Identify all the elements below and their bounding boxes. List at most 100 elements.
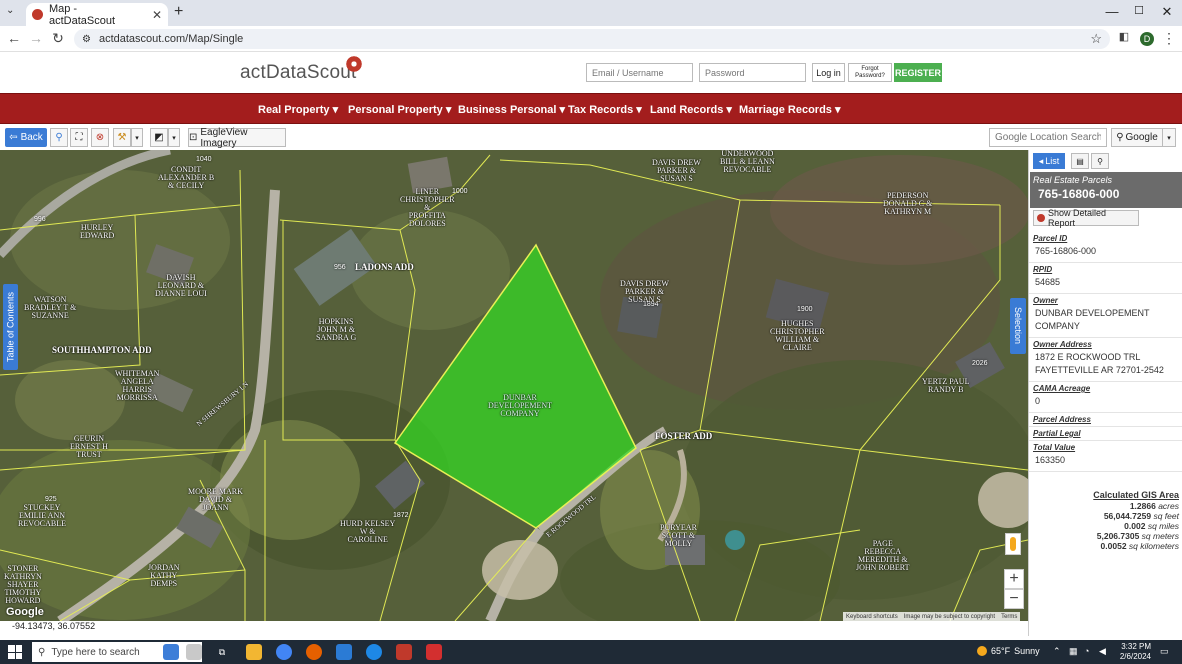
selection-label: Selection: [1013, 307, 1023, 345]
google-logo[interactable]: Google: [6, 606, 44, 618]
calculator-icon[interactable]: [186, 644, 202, 660]
field-label: RPID: [1033, 265, 1053, 274]
list-button[interactable]: ◂ List: [1033, 153, 1065, 169]
taskbar-search-placeholder: Type here to search: [51, 646, 140, 658]
caret-left-icon: ◂: [1038, 155, 1044, 166]
gis-value: 1.2866: [1129, 501, 1156, 511]
task-view-icon[interactable]: ⧉: [214, 644, 230, 660]
house-number: 1040: [196, 156, 212, 163]
gis-area-title[interactable]: Calculated GIS Area: [1029, 490, 1179, 500]
side-panel-icon[interactable]: ◧: [1116, 30, 1132, 43]
file-explorer-icon[interactable]: [246, 644, 262, 660]
eagleview-label: EagleView Imagery: [200, 126, 248, 149]
locate-pin-icon[interactable]: ⚲: [50, 128, 68, 147]
windows-start-icon[interactable]: [8, 645, 22, 659]
wifi-icon[interactable]: ◔: [1084, 646, 1089, 656]
parcel-map[interactable]: LADONS ADD SOUTHHAMPTON ADD FOSTER ADD N…: [0, 150, 1028, 621]
gis-unit: sq kilometers: [1128, 541, 1179, 551]
email-input[interactable]: [586, 63, 693, 82]
nav-land-records[interactable]: Land Records ▾: [650, 103, 732, 116]
gis-area: Calculated GIS Area 1.2866 acres 56,044.…: [1029, 490, 1179, 551]
field-value: DUNBAR DEVELOPEMENT COMPANY: [1029, 305, 1182, 338]
gis-unit: acres: [1158, 501, 1179, 511]
owner-label: PURYEAR SCOTT & MOLLY: [660, 523, 697, 548]
login-button[interactable]: Log in: [812, 63, 845, 82]
site-logo[interactable]: actDataScout: [240, 62, 356, 84]
measure-tool-icon[interactable]: ⚒: [113, 128, 131, 147]
owner-label: GEURIN ERNEST H TRUST: [70, 434, 108, 459]
close-window-button[interactable]: ✕: [1159, 4, 1175, 20]
gis-unit: sq feet: [1153, 511, 1179, 521]
selection-tab[interactable]: Selection: [1010, 298, 1026, 354]
minimize-button[interactable]: —: [1104, 4, 1120, 19]
edge-icon[interactable]: [366, 644, 382, 660]
owner-label: STONER KATHRYN SHAYER TIMOTHY HOWARD: [4, 564, 42, 605]
full-extent-icon[interactable]: ⛶: [70, 128, 88, 147]
toc-label: Table of Contents: [5, 291, 16, 363]
print-icon[interactable]: ▤: [1071, 153, 1089, 169]
google-location-search-input[interactable]: [989, 128, 1107, 147]
tab-close-icon[interactable]: ✕: [152, 8, 162, 22]
owner-label: WATSON BRADLEY T & SUZANNE: [24, 295, 77, 320]
nav-business-personal[interactable]: Business Personal ▾: [458, 103, 565, 116]
widget-icon[interactable]: [163, 644, 179, 660]
nav-tax-records[interactable]: Tax Records ▾: [568, 103, 642, 116]
reload-icon[interactable]: ↻: [50, 30, 66, 47]
actdatascout-app-icon[interactable]: [396, 644, 412, 660]
report-icon: [1037, 214, 1045, 222]
password-input[interactable]: [699, 63, 806, 82]
measure-dropdown-icon[interactable]: ▾: [131, 128, 143, 147]
register-button[interactable]: REGISTER: [894, 63, 942, 82]
zoom-in-button[interactable]: +: [1004, 569, 1024, 589]
acrobat-icon[interactable]: [426, 644, 442, 660]
owner-label: LINER CHRISTOPHER & PROFFITA DOLORES: [400, 187, 455, 228]
zoom-to-icon[interactable]: ⚲: [1091, 153, 1109, 169]
nav-marriage-records[interactable]: Marriage Records ▾: [739, 103, 841, 116]
new-tab-button[interactable]: +: [174, 3, 183, 21]
bookmark-star-icon[interactable]: ☆: [1090, 31, 1102, 47]
tab-list-icon[interactable]: ⌄: [6, 5, 20, 16]
address-bar[interactable]: ⚙ actdatascout.com/Map/Single ☆: [74, 29, 1110, 49]
owner-label: JORDAN KATHY DEMPS: [148, 563, 180, 588]
menu-dots-icon[interactable]: ⋮: [1161, 30, 1177, 47]
basemap-dropdown-icon[interactable]: ▾: [168, 128, 180, 147]
owner-label: HURD KELSEY W & CAROLINE: [340, 519, 396, 544]
map-back-button[interactable]: ⇦ Back: [5, 128, 47, 147]
tray-chevron-icon[interactable]: ⌃: [1053, 646, 1061, 657]
street-view-pegman-icon[interactable]: [1005, 533, 1021, 555]
keyboard-shortcuts-link[interactable]: Keyboard shortcuts: [846, 614, 898, 620]
nav-personal-property[interactable]: Personal Property ▾: [348, 103, 451, 116]
clear-selection-icon[interactable]: ⊗: [91, 128, 109, 147]
network-icon[interactable]: ▦: [1069, 646, 1078, 657]
back-arrow-icon[interactable]: ←: [6, 30, 22, 46]
owner-label: DAVISH LEONARD & DIANNE LOUI: [155, 273, 207, 298]
taskbar-clock[interactable]: 3:32 PM 2/6/2024: [1115, 642, 1151, 662]
nav-label: Land Records: [650, 104, 724, 116]
maximize-button[interactable]: ☐: [1131, 4, 1147, 17]
profile-avatar[interactable]: D: [1140, 32, 1154, 46]
search-provider-dropdown-icon[interactable]: ▾: [1162, 128, 1176, 147]
owner-label: WHITEMAN ANGELA HARRIS MORRISSA: [115, 369, 160, 402]
firefox-icon[interactable]: [306, 644, 322, 660]
basemap-icon[interactable]: ◩: [150, 128, 168, 147]
chrome-icon[interactable]: [276, 644, 292, 660]
nav-real-property[interactable]: Real Property ▾: [258, 103, 338, 116]
eagleview-button[interactable]: ⊡ EagleView Imagery: [188, 126, 286, 149]
show-detailed-report-button[interactable]: Show Detailed Report: [1033, 208, 1139, 228]
forgot-password-button[interactable]: Forgot Password?: [848, 63, 892, 82]
weather-widget[interactable]: 65°F Sunny: [977, 646, 1040, 656]
forward-arrow-icon[interactable]: →: [28, 30, 44, 46]
browser-tab[interactable]: Map - actDataScout ✕: [26, 3, 168, 27]
map-toolbar: ⇦Back ⚲ ⛶ ⊗ ⚒ ▾ ◩ ▾ ⊡EagleView Imagery ⚲…: [0, 124, 1182, 150]
notifications-icon[interactable]: ▭: [1160, 646, 1169, 657]
app-icon[interactable]: [336, 644, 352, 660]
owner-label: CONDIT ALEXANDER B & CECILY: [158, 165, 215, 190]
site-info-icon[interactable]: ⚙: [82, 34, 91, 45]
table-of-contents-tab[interactable]: Table of Contents: [3, 284, 18, 370]
terms-link[interactable]: Terms: [1001, 614, 1017, 620]
nav-label: Business Personal: [458, 104, 557, 116]
google-search-button[interactable]: ⚲ Google: [1111, 128, 1163, 147]
zoom-out-button[interactable]: −: [1004, 589, 1024, 609]
volume-icon[interactable]: ◀: [1099, 646, 1106, 657]
cursor-coordinates: -94.13473, 36.07552: [12, 621, 96, 631]
